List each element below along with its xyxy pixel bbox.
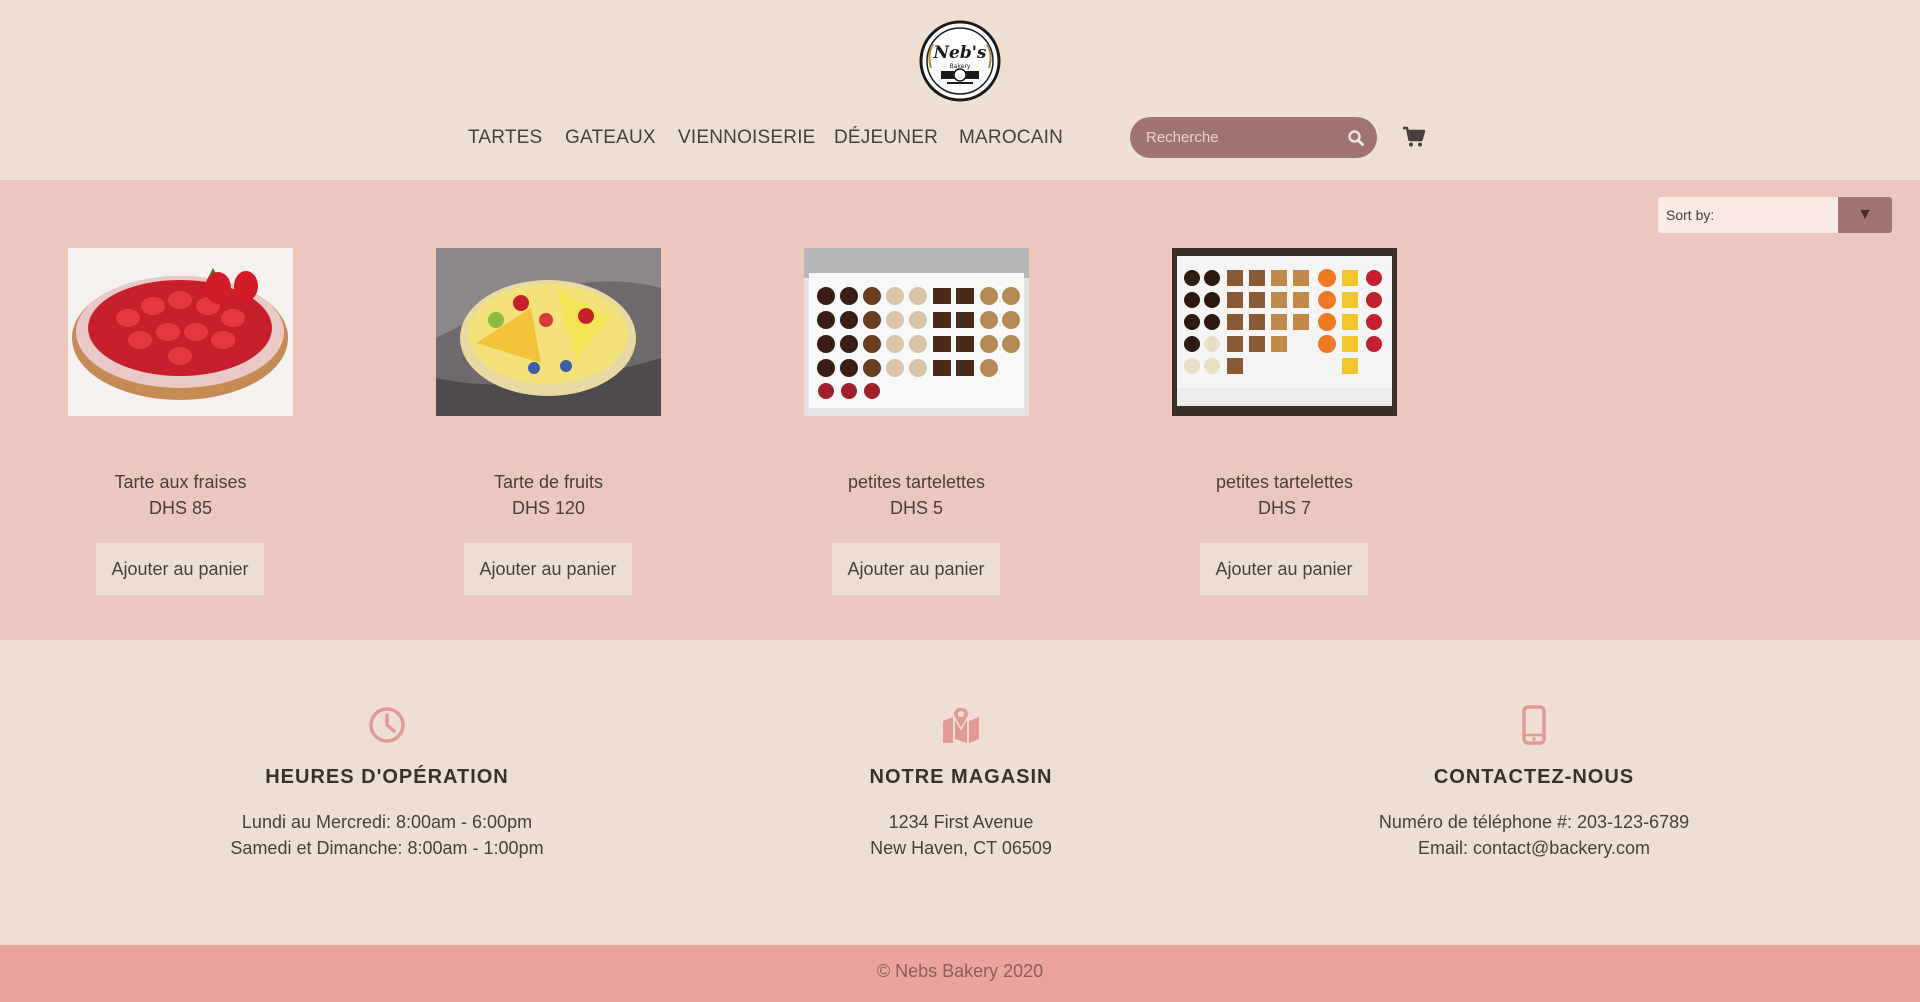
nav-item-gateaux[interactable]: GATEAUX bbox=[565, 127, 656, 149]
add-to-cart-button[interactable]: Ajouter au panier bbox=[1200, 543, 1368, 595]
cart-icon[interactable] bbox=[1402, 126, 1426, 148]
map-pin-icon bbox=[941, 705, 981, 745]
add-to-cart-button[interactable]: Ajouter au panier bbox=[464, 543, 632, 595]
store-city: New Haven, CT 06509 bbox=[870, 838, 1052, 858]
sort-label: Sort by: bbox=[1666, 207, 1715, 223]
nav-item-viennoiserie[interactable]: VIENNOISERIE bbox=[678, 127, 816, 149]
nav-item-tartes[interactable]: TARTES bbox=[468, 127, 542, 149]
chevron-down-icon[interactable]: ▼ bbox=[1838, 197, 1892, 233]
product-name: petites tartelettes bbox=[1215, 472, 1354, 492]
products-section: Sort by: ▼ Tarte aux fraises DHS 85 Ajou… bbox=[0, 180, 1920, 640]
svg-text:Neb's: Neb's bbox=[932, 43, 986, 63]
hours-title: HEURES D'OPÉRATION bbox=[265, 766, 509, 788]
product-name: Tarte aux fraises bbox=[114, 472, 247, 492]
sort-select[interactable]: Sort by: ▼ bbox=[1658, 197, 1892, 233]
product-image[interactable] bbox=[1172, 248, 1397, 416]
store-street: 1234 First Avenue bbox=[888, 812, 1034, 832]
nav-item-marocain[interactable]: MAROCAIN bbox=[959, 127, 1063, 149]
product-price: DHS 120 bbox=[511, 498, 586, 518]
product-name: petites tartelettes bbox=[847, 472, 986, 492]
add-to-cart-button[interactable]: Ajouter au panier bbox=[96, 543, 264, 595]
copyright-text: © Nebs Bakery 2020 bbox=[876, 961, 1044, 981]
info-section: HEURES D'OPÉRATION Lundi au Mercredi: 8:… bbox=[0, 640, 1920, 945]
product-image[interactable] bbox=[804, 248, 1029, 416]
phone-icon bbox=[1514, 705, 1554, 745]
hours-weekend: Samedi et Dimanche: 8:00am - 1:00pm bbox=[230, 838, 544, 858]
hours-weekday: Lundi au Mercredi: 8:00am - 6:00pm bbox=[241, 812, 533, 832]
clock-icon bbox=[367, 705, 407, 745]
bakery-logo[interactable]: Neb's Bakery bbox=[919, 20, 1001, 102]
contact-email[interactable]: Email: contact@backery.com bbox=[1254, 838, 1814, 859]
contact-title: CONTACTEZ-NOUS bbox=[1433, 766, 1635, 788]
product-price: DHS 7 bbox=[1257, 498, 1311, 518]
product-price: DHS 5 bbox=[889, 498, 943, 518]
site-header: Neb's Bakery TARTES GATEAUX VIENNOISERIE… bbox=[0, 0, 1920, 180]
product-image[interactable] bbox=[436, 248, 661, 416]
add-to-cart-button[interactable]: Ajouter au panier bbox=[832, 543, 1000, 595]
product-image[interactable] bbox=[68, 248, 293, 416]
nav-item-dejeuner[interactable]: DÉJEUNER bbox=[834, 127, 938, 149]
store-title: NOTRE MAGASIN bbox=[869, 766, 1053, 788]
search-input[interactable] bbox=[1146, 117, 1336, 158]
product-price: DHS 85 bbox=[148, 498, 213, 518]
contact-phone[interactable]: Numéro de téléphone #: 203-123-6789 bbox=[1254, 812, 1814, 833]
product-name: Tarte de fruits bbox=[493, 472, 604, 492]
search-icon[interactable] bbox=[1347, 129, 1365, 147]
search-box bbox=[1130, 117, 1377, 158]
site-footer: © Nebs Bakery 2020 bbox=[0, 945, 1920, 1002]
